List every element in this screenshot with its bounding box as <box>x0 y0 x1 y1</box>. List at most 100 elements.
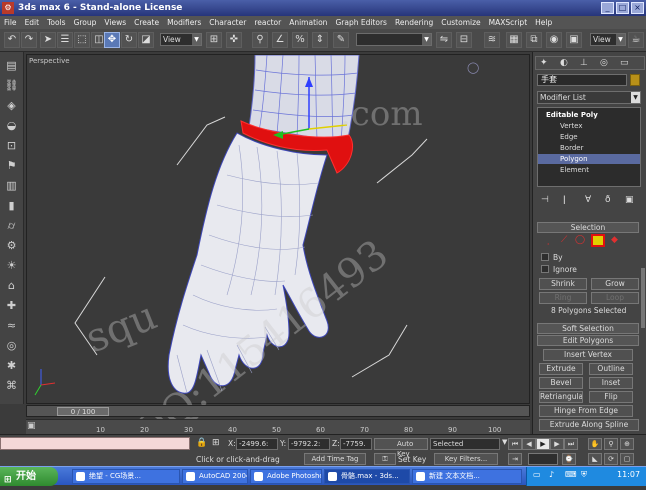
lock-icon[interactable]: 🔒 <box>196 438 207 448</box>
select-arrow-icon[interactable]: ➤ <box>40 32 56 48</box>
time-slider-knob[interactable]: 0 / 100 <box>57 407 109 416</box>
select-rotate-icon[interactable]: ↻ <box>121 32 137 48</box>
pin-stack-icon[interactable]: ⊣ <box>541 195 549 205</box>
undo-icon[interactable]: ↶ <box>4 32 20 48</box>
current-frame-field[interactable] <box>528 453 558 465</box>
absolute-mode-icon[interactable]: ⊞ <box>212 438 220 448</box>
snap-toggle-icon[interactable]: ⚲ <box>252 32 268 48</box>
security-icon[interactable]: ⛨ <box>581 470 587 480</box>
z-coordinate-field[interactable]: -7759. <box>340 438 372 450</box>
ime-icon[interactable]: ⌨ <box>565 470 577 479</box>
hinge-from-edge-button[interactable]: Hinge From Edge <box>539 405 633 417</box>
menu-group[interactable]: Group <box>74 18 97 27</box>
menu-graph-editors[interactable]: Graph Editors <box>335 18 387 27</box>
edge-mode-icon[interactable]: ⟋ <box>561 235 567 245</box>
by-vertex-checkbox[interactable] <box>541 253 549 261</box>
camera-icon[interactable]: ⌂ <box>4 278 19 293</box>
extrude-along-spline-button[interactable]: Extrude Along Spline <box>539 419 639 431</box>
hierarchy-icon[interactable]: ⊡ <box>4 138 19 153</box>
close-button[interactable]: × <box>631 2 644 14</box>
task-3dsmax[interactable]: 骨骼.max - 3ds... <box>324 469 410 484</box>
soft-selection-rollout-header[interactable]: Soft Selection <box>537 323 639 334</box>
grow-button[interactable]: Grow <box>591 278 639 290</box>
select-scale-icon[interactable]: ◪ <box>138 32 154 48</box>
angle-snap-icon[interactable]: ∠ <box>272 32 288 48</box>
time-slider[interactable]: 0 / 100 <box>26 405 530 417</box>
utility-icon[interactable]: ⌘ <box>4 378 19 393</box>
object-name-field[interactable]: 手套 <box>537 74 627 86</box>
previous-frame-icon[interactable]: ◀ <box>522 438 536 450</box>
modify-tab-icon[interactable]: ◐ <box>560 58 568 68</box>
stack-item-vertex[interactable]: Vertex <box>538 121 640 131</box>
network-icon[interactable]: ▭ <box>533 470 541 479</box>
menu-edit[interactable]: Edit <box>25 18 40 27</box>
material-editor-icon[interactable]: ◉ <box>546 32 562 48</box>
maximize-button[interactable]: □ <box>616 2 629 14</box>
bevel-button[interactable]: Bevel <box>539 377 583 389</box>
unlink-icon[interactable]: ◈ <box>4 98 19 113</box>
select-by-name-icon[interactable]: ☰ <box>57 32 73 48</box>
stack-item-element[interactable]: Element <box>538 165 640 175</box>
align-icon[interactable]: ⊟ <box>456 32 472 48</box>
play-icon[interactable]: ▶ <box>536 438 550 450</box>
menu-tools[interactable]: Tools <box>47 18 65 27</box>
loop-button[interactable]: Loop <box>591 292 639 304</box>
task-browser[interactable]: 绝望 - CG场景... <box>72 469 180 484</box>
motion-tab-icon[interactable]: ◎ <box>600 58 608 68</box>
hierarchy-tab-icon[interactable]: ⊥ <box>580 58 588 68</box>
menu-customize[interactable]: Customize <box>441 18 480 27</box>
modifier-icon[interactable]: ✱ <box>4 358 19 373</box>
volume-icon[interactable]: ♪ <box>549 470 554 479</box>
polygon-mode-icon[interactable] <box>591 234 605 247</box>
edit-polygons-rollout-header[interactable]: Edit Polygons <box>537 335 639 346</box>
menu-maxscript[interactable]: MAXScript <box>489 18 528 27</box>
menu-reactor[interactable]: reactor <box>254 18 281 27</box>
display-icon[interactable]: ▥ <box>4 178 19 193</box>
stack-item-polygon[interactable]: Polygon <box>538 154 640 164</box>
region-select-icon[interactable]: ⬚ <box>74 32 90 48</box>
maximize-viewport-icon[interactable]: ▢ <box>620 453 634 465</box>
pan-icon[interactable]: ✋ <box>588 438 602 450</box>
orbit-icon[interactable]: ⟳ <box>604 453 618 465</box>
system-icon[interactable]: ◎ <box>4 338 19 353</box>
selection-rollout-header[interactable]: Selection <box>537 222 639 233</box>
select-manipulate-icon[interactable]: ✜ <box>226 32 242 48</box>
schematic-view-icon[interactable]: ⧉ <box>526 32 542 48</box>
motion-icon[interactable]: ⚑ <box>4 158 19 173</box>
menu-modifiers[interactable]: Modifiers <box>167 18 201 27</box>
menu-create[interactable]: Create <box>134 18 159 27</box>
menu-file[interactable]: File <box>4 18 17 27</box>
minimize-button[interactable]: _ <box>601 2 614 14</box>
pivot-center-icon[interactable]: ⊞ <box>206 32 222 48</box>
border-mode-icon[interactable]: ◯ <box>575 235 585 245</box>
named-selection-dropdown[interactable]: ▼ <box>356 33 432 46</box>
x-coordinate-field[interactable]: -2499.6: <box>236 438 278 450</box>
menu-help[interactable]: Help <box>535 18 552 27</box>
key-filters-button[interactable]: Key Filters... <box>434 453 498 465</box>
auto-key-button[interactable]: Auto Key <box>374 438 428 458</box>
light-icon[interactable]: ☀ <box>4 258 19 273</box>
inset-button[interactable]: Inset <box>589 377 633 389</box>
bone-icon[interactable]: ⚙ <box>4 238 19 253</box>
helper-icon[interactable]: ✚ <box>4 298 19 313</box>
display-tab-icon[interactable]: ▭ <box>620 58 629 68</box>
menu-character[interactable]: Character <box>209 18 246 27</box>
open-mini-curve-icon[interactable]: ▣ <box>27 421 36 431</box>
task-autocad[interactable]: AutoCAD 2004 ... <box>182 469 248 484</box>
zoom-all-icon[interactable]: ⊕ <box>620 438 634 450</box>
menu-views[interactable]: Views <box>104 18 126 27</box>
select-move-icon[interactable]: ✥ <box>104 32 120 48</box>
app-icon[interactable]: ⚙ <box>2 2 14 14</box>
insert-vertex-button[interactable]: Insert Vertex <box>543 349 633 361</box>
retriangulate-button[interactable]: Retriangulate <box>539 391 583 403</box>
link-icon[interactable]: ⛓ <box>4 78 19 93</box>
xref-icon[interactable]: ▤ <box>4 58 19 73</box>
task-photoshop[interactable]: Adobe Photoshop <box>250 469 322 484</box>
track-bar[interactable]: ▣ 10 20 30 40 50 60 70 80 90 100 <box>26 419 530 434</box>
go-to-end-icon[interactable]: ⏭ <box>564 438 578 450</box>
menu-animation[interactable]: Animation <box>289 18 327 27</box>
stack-item-border[interactable]: Border <box>538 143 640 153</box>
selected-dropdown[interactable]: Selected <box>430 438 500 450</box>
shrink-button[interactable]: Shrink <box>539 278 587 290</box>
render-type-dropdown[interactable]: View ▼ <box>590 33 626 46</box>
